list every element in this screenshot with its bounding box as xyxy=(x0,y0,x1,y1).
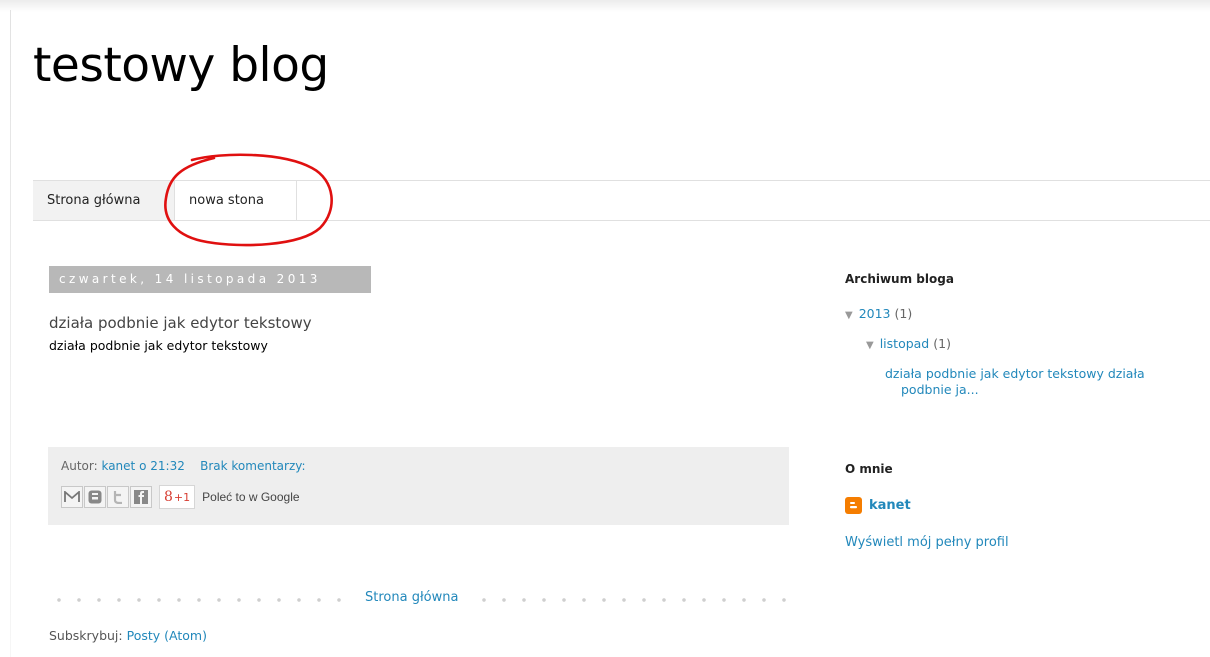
email-icon xyxy=(64,491,80,502)
recommend-in-google: Poleć to w Google xyxy=(202,490,300,504)
time-prefix: o xyxy=(139,459,147,473)
post-footer: Autor: kanet o 21:32 Brak komentarzy: 8 … xyxy=(48,447,789,525)
twitter-icon xyxy=(113,491,122,504)
blogger-icon xyxy=(88,490,102,504)
atom-feed-link[interactable]: Posty (Atom) xyxy=(127,628,207,643)
blog-this-button[interactable] xyxy=(84,486,106,508)
email-share-button[interactable] xyxy=(61,486,83,508)
author-prefix: Autor: xyxy=(61,459,98,473)
facebook-share-button[interactable] xyxy=(130,486,152,508)
gplus-icon: 8 xyxy=(164,489,173,505)
facebook-icon xyxy=(134,490,148,504)
view-full-profile-link[interactable]: Wyświetl mój pełny profil xyxy=(845,535,1009,550)
archive-month-link[interactable]: listopad xyxy=(880,336,930,351)
tab-home[interactable]: Strona główna xyxy=(33,181,175,220)
subscribe-line: Subskrybuj: Posty (Atom) xyxy=(49,628,207,643)
subscribe-label: Subskrybuj: xyxy=(49,628,123,643)
blog-title[interactable]: testowy blog xyxy=(33,38,329,93)
pager-dots-left xyxy=(49,598,349,602)
pager-home-link[interactable]: Strona główna xyxy=(365,590,458,605)
collapse-triangle-icon[interactable]: ▼ xyxy=(866,340,874,351)
archive-widget-title: Archiwum bloga xyxy=(845,272,954,286)
profile-name-link[interactable]: kanet xyxy=(869,498,911,513)
gplus-suffix: +1 xyxy=(173,490,191,504)
tab-new-page[interactable]: nowa stona xyxy=(175,181,297,220)
google-plus-one-button[interactable]: 8 +1 xyxy=(159,485,196,509)
pager-dots-right xyxy=(474,598,790,602)
post-date-header: czwartek, 14 listopada 2013 xyxy=(49,266,371,293)
collapse-triangle-icon[interactable]: ▼ xyxy=(845,310,853,321)
about-widget-title: O mnie xyxy=(845,462,893,476)
comments-link[interactable]: Brak komentarzy: xyxy=(200,459,305,473)
archive-post-link[interactable]: działa podbnie jak edytor tekstowy dział… xyxy=(885,366,1185,398)
blogger-logo-icon xyxy=(845,497,862,514)
blog-pager: Strona główna xyxy=(49,585,790,613)
archive-month-row: ▼ listopad (1) xyxy=(866,336,951,351)
archive-year-link[interactable]: 2013 xyxy=(859,306,891,321)
archive-month-count: (1) xyxy=(933,336,951,351)
window-left-edge xyxy=(10,10,11,657)
post-body: działa podbnie jak edytor tekstowy xyxy=(49,338,268,353)
post-time-link[interactable]: 21:32 xyxy=(150,459,185,473)
archive-year-row: ▼ 2013 (1) xyxy=(845,306,912,321)
share-buttons: 8 +1 Poleć to w Google xyxy=(61,485,300,509)
post-title: działa podbnie jak edytor tekstowy xyxy=(49,314,312,332)
profile-row: kanet xyxy=(845,497,911,514)
archive-year-count: (1) xyxy=(894,306,913,321)
author-link[interactable]: kanet xyxy=(101,459,135,473)
twitter-share-button[interactable] xyxy=(107,486,129,508)
post-meta-line: Autor: kanet o 21:32 Brak komentarzy: xyxy=(61,459,306,473)
sidebar: Archiwum bloga ▼ 2013 (1) ▼ listopad (1) d… xyxy=(845,0,1205,657)
